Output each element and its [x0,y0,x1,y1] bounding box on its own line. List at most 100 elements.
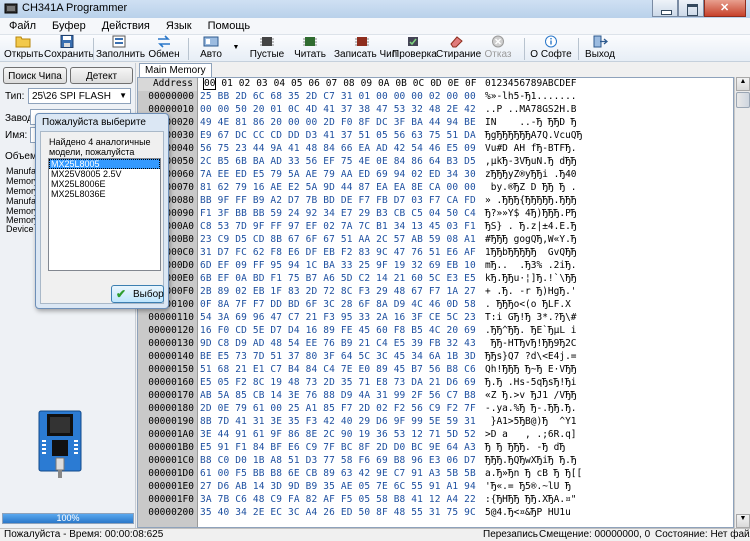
row-ascii[interactable]: Ђ Ђ ЂЂЂ. -Ђ dЂ [485,442,565,453]
row-hex-bytes[interactable]: B8 C0 D0 1B A8 51 D3 77 58 F6 69 B8 96 E… [200,455,476,466]
row-hex-bytes[interactable]: 16 F0 CD 5E D7 D4 16 89 FE 45 60 F8 B5 4… [200,325,476,336]
row-hex-bytes[interactable]: 81 62 79 16 AE E2 5A 9D 44 87 EA EA 8E C… [200,182,476,193]
row-ascii[interactable]: ,µkЂ-3VЂuN.Ђ dЂЂ [485,156,577,167]
row-ascii[interactable]: %»-lh5-Ђ1....... [485,91,577,102]
exit-button[interactable]: Выход [584,35,616,62]
model-list[interactable]: MX25L8005 MX25V8005 2.5V MX25L8006E MX25… [48,158,161,271]
menu-language[interactable]: Язык [157,18,199,34]
row-hex-bytes[interactable]: 23 C9 D5 CD 8B 67 6F 67 51 AA 2C 57 AB 5… [200,234,476,245]
scroll-down-icon[interactable]: ▼ [736,514,750,528]
row-hex-bytes[interactable]: 3E 44 91 61 9F 86 8E 2C 90 19 36 53 12 7… [200,429,476,440]
row-ascii[interactable]: ЂЂ-HTЂvЂ!ЂЂ9Ђ2C [485,338,577,349]
menu-actions[interactable]: Действия [93,18,157,34]
row-hex-bytes[interactable]: AB 5A 85 CB 14 3E 76 88 D9 4A 31 99 2F 5… [200,390,476,401]
row-hex-bytes[interactable]: 61 00 F5 BB B8 6E CB 89 63 42 9E C7 91 A… [200,468,476,479]
select-button[interactable]: ✔ Выбор [111,285,164,303]
vertical-scrollbar[interactable]: ▲ ▼ [734,77,750,528]
row-hex-bytes[interactable]: 2D 0E 79 61 00 25 A1 85 F7 2D 02 F2 56 C… [200,403,476,414]
about-button[interactable]: О Софте [530,35,572,62]
row-ascii[interactable]: >D a , .;6R.q] [485,429,577,440]
row-hex-bytes[interactable]: 35 40 34 2E EC 3C A4 26 ED 50 8F 48 55 3… [200,507,476,518]
row-ascii[interactable]: ..P ..MA78GS2H.B [485,104,577,115]
menu-buffer[interactable]: Буфер [43,18,93,34]
row-hex-bytes[interactable]: BE E5 73 7D 51 37 80 3F 64 5C 3C 45 34 6… [200,351,476,362]
row-ascii[interactable]: Vu#D AH fЂ-BTFЂ. [485,143,577,154]
auto-button[interactable]: Авто [194,35,228,62]
row-ascii[interactable]: Ђ.Ђ .Hs-5qЂsЂ!Ђi [485,377,577,388]
detect-button[interactable]: Детект [70,67,133,84]
row-ascii[interactable]: ЂЂs}Q7 ?d\<E4j.= [485,351,577,362]
row-ascii[interactable]: :{ЂHЂЂ ЂЂ.XЂA.¤" [485,494,577,505]
row-hex-bytes[interactable]: E5 91 F1 84 BF E6 C9 7F BC 8F 2D D0 BC 9… [200,442,476,453]
row-ascii[interactable]: + .Ђ. -r Ђ)HgЂ.' [485,286,577,297]
row-ascii[interactable]: kЂ.ЂЂu·¦]Ђ.!`\ЂЂ [485,273,577,284]
row-hex-bytes[interactable]: 6D EF 09 FF 95 94 1C BA 33 25 9F 19 32 6… [200,260,476,271]
row-ascii[interactable]: a.Ђ»Ђn Ђ cB Ђ Ђ[[ [485,468,582,479]
row-ascii[interactable]: Qh!ЂЂЂ Ђ~Ђ E·VЂЂ [485,364,577,375]
row-hex-bytes[interactable]: 6B EF 0A BD F1 75 B7 A6 5D C2 14 21 60 5… [200,273,476,284]
row-hex-bytes[interactable]: 27 D6 AB 14 3D 9D B9 35 AE 05 7E 6C 55 9… [200,481,476,492]
row-ascii[interactable]: ЂgЂЂЂЂЂЂA7Q.VcuQЂ [485,130,582,141]
search-chip-button[interactable]: Поиск Чипа [3,67,67,84]
tab-main-memory[interactable]: Main Memory [139,63,212,77]
row-hex-bytes[interactable]: 8B 7D 41 31 3E 35 F3 42 40 29 D6 9F 99 5… [200,416,476,427]
fill-button[interactable]: Заполнить [96,35,145,62]
row-ascii[interactable]: T:i GЂ!Ђ 3*.?Ђ\# [485,312,577,323]
row-hex-bytes[interactable]: F1 3F BB BB 59 24 92 34 E7 29 B3 CB C5 0… [200,208,476,219]
scroll-up-icon[interactable]: ▲ [736,77,750,91]
close-button[interactable] [704,0,746,17]
row-ascii[interactable]: by.®ЂZ D ЂЂ Ђ . [485,182,577,193]
row-ascii[interactable]: Ђ?»»Y$ 4Ђ)ЂЂЂ.PЂ [485,208,577,219]
model-list-item[interactable]: MX25L8006E [49,179,160,189]
row-ascii[interactable]: . ЂЂЂo<(o ЂLF.X [485,299,571,310]
row-hex-bytes[interactable]: 2C B5 6B BA AD 33 56 EF 75 4E 0E 84 86 6… [200,156,476,167]
row-ascii[interactable]: -.ya.%Ђ Ђ-.ЂЂ.Ђ. [485,403,577,414]
row-hex-bytes[interactable]: E9 67 DC CC CD DD D3 41 37 51 05 56 63 7… [200,130,476,141]
scroll-thumb[interactable] [736,92,750,108]
minimize-button[interactable] [652,0,678,17]
row-hex-bytes[interactable]: 2B 89 02 EB 1F 83 2D 72 8C F3 29 48 67 F… [200,286,476,297]
row-ascii[interactable]: » .ЂЂЂ{ЂЂЂЂЂ.ЂЂЂ [485,195,577,206]
row-ascii[interactable]: mЂ.. .Ђ3% .2iЂ. [485,260,577,271]
row-ascii[interactable]: ЂЂЂ.ЂQЂwXЂiЂ Ђ.Ђ [485,455,577,466]
row-hex-bytes[interactable]: 56 75 23 44 9A 41 48 84 66 EA AD 42 54 4… [200,143,476,154]
row-hex-bytes[interactable]: BB 9F FF B9 A2 D7 7B BD DE F7 FB D7 03 F… [200,195,476,206]
row-hex-bytes[interactable]: 25 BB 2D 6C 68 35 2D C7 31 01 00 00 00 0… [200,91,476,102]
row-hex-bytes[interactable]: 3A 7B C6 48 C9 FA 82 AF F5 05 58 B8 41 1… [200,494,476,505]
swap-button[interactable]: Обмен [145,35,183,62]
erase-button[interactable]: Стирание [436,35,481,62]
model-list-item[interactable]: MX25L8036E [49,189,160,199]
row-ascii[interactable]: 1ЂЂbЂЂЂЂЂ GvQЂЂ [485,247,577,258]
model-list-item[interactable]: MX25L8005 [49,159,160,169]
row-ascii[interactable]: IN ..-Ђ ЂЂD Ђ [485,117,577,128]
row-hex-bytes[interactable]: 7A EE ED E5 79 5A AE 79 AA ED 69 94 02 E… [200,169,476,180]
blank-check-button[interactable]: Пустые [249,35,285,62]
row-ascii[interactable]: 5@4.Ђ<¤&ЂP HU1u [485,507,571,518]
row-ascii[interactable]: }A1>5ЂB@)Ђ ^Y1 [485,416,577,427]
maximize-button[interactable] [678,0,704,17]
cancel-button[interactable]: Отказ [482,35,514,62]
write-chip-button[interactable]: Записать Чип [334,35,397,62]
verify-button[interactable]: Проверка [392,35,437,62]
row-ascii[interactable]: 'Ђ«.= Ђ5®.~lU Ђ [485,481,571,492]
row-hex-bytes[interactable]: 54 3A 69 96 47 C7 21 F3 95 33 2A 16 3F C… [200,312,476,323]
row-ascii[interactable]: «Z Ђ.>v ЂJ1 /VЂЂ [485,390,577,401]
row-hex-bytes[interactable]: E5 05 F2 8C 19 48 73 2D 35 71 E8 73 DA 2… [200,377,476,388]
row-hex-bytes[interactable]: 49 4E 81 86 20 00 00 2D F0 8F DC 3F BA 4… [200,117,476,128]
read-button[interactable]: Читать [292,35,328,62]
row-hex-bytes[interactable]: 9D C8 D9 AD 48 54 EE 76 B9 21 C4 E5 39 F… [200,338,476,349]
row-ascii[interactable]: ЂS} . Ђ.z|±4.E.Ђ [485,221,577,232]
type-select[interactable]: 25\26 SPI FLASH ▼ [28,88,131,104]
row-ascii[interactable]: #ЂЂЂ gogQЂ,W«Y.Ђ [485,234,577,245]
auto-dropdown-arrow[interactable]: ▼ [231,35,241,62]
row-hex-bytes[interactable]: C8 53 7D 9F FF 97 EF 02 7A 7C B1 34 13 4… [200,221,476,232]
menu-help[interactable]: Помощь [199,18,258,34]
row-ascii[interactable]: .ЂЂ^ЂЂ. ЂE`ЂµL i [485,325,577,336]
open-button[interactable]: Открыть [4,35,43,62]
row-hex-bytes[interactable]: 51 68 21 E1 C7 B4 84 C4 7E E0 89 45 B7 5… [200,364,476,375]
row-hex-bytes[interactable]: 31 D7 FC 62 F8 E6 DF EB F2 83 9C 47 76 5… [200,247,476,258]
menu-file[interactable]: Файл [0,18,43,34]
row-hex-bytes[interactable]: 0F 8A 7F F7 DD BD 6F 3C 28 6F 8A D9 4C 4… [200,299,476,310]
model-list-item[interactable]: MX25V8005 2.5V [49,169,160,179]
row-ascii[interactable]: zЂЂЂyZ®yЂЂi .Ђ40 [485,169,577,180]
